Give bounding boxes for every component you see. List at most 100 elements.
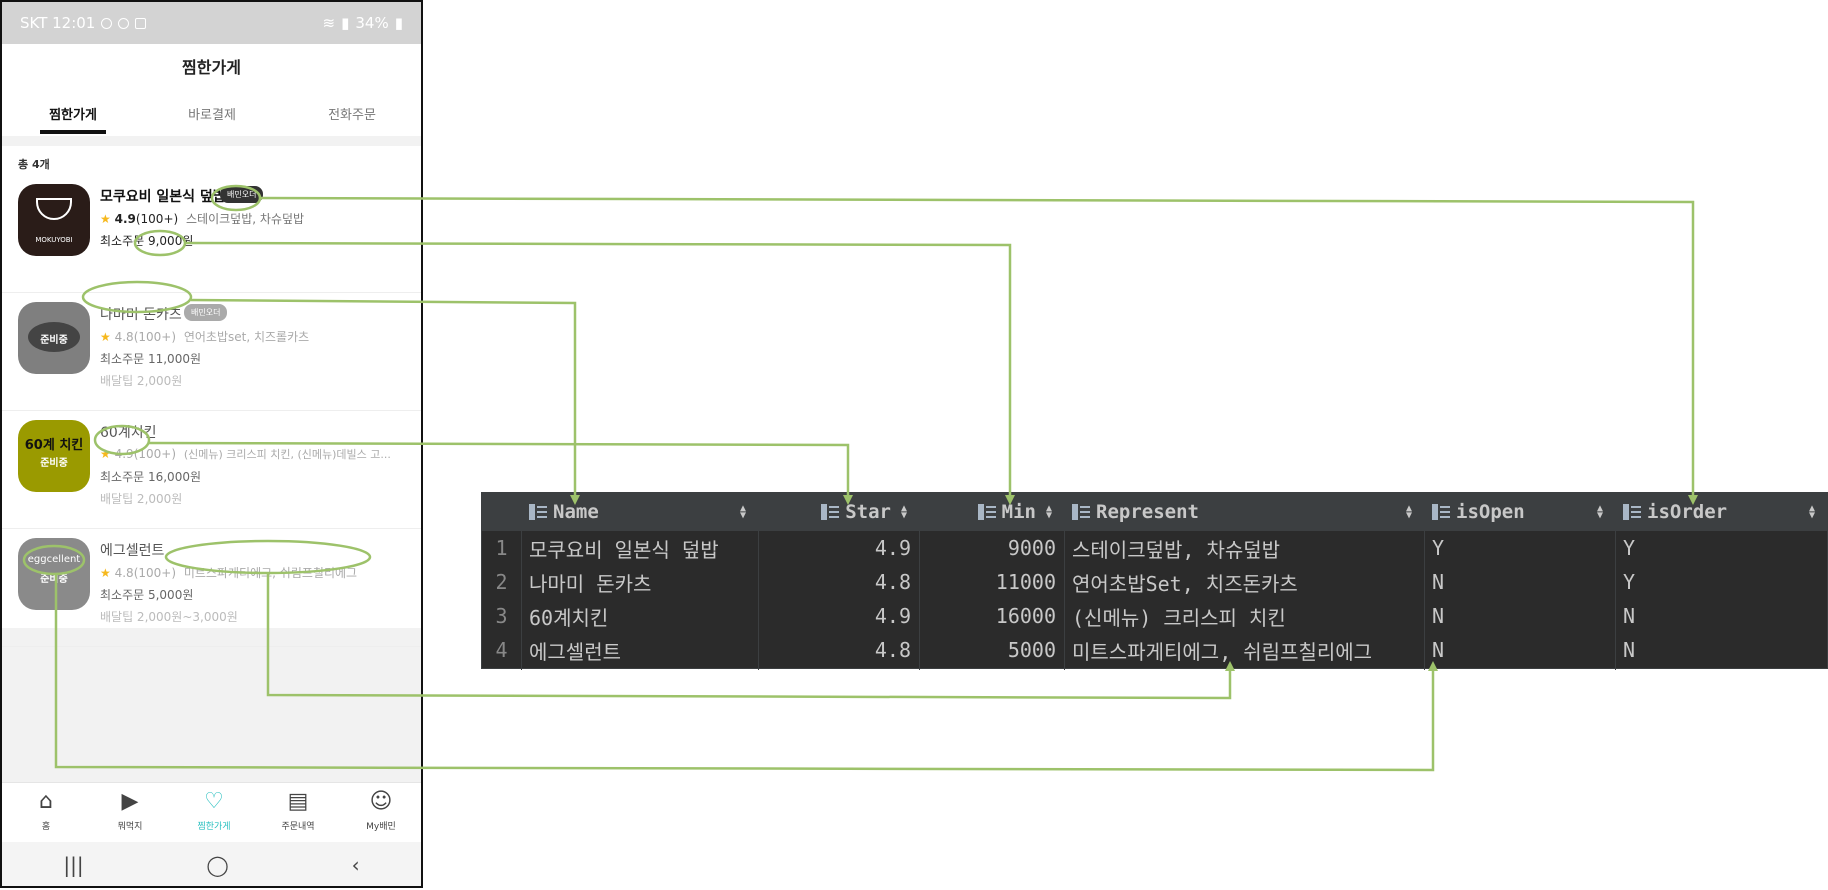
cell-name[interactable]: 에그셀런트: [521, 633, 758, 667]
store-list: 총 4개 MOKUYOBI 모쿠요비 일본식 덮밥 배민오더 ★ 4.9(100…: [2, 146, 421, 647]
cell-min[interactable]: 5000: [919, 633, 1064, 667]
cell-represent[interactable]: 스테이크덮밥, 차슈덮밥: [1064, 531, 1424, 565]
column-header-name[interactable]: Name ▲ ▼: [521, 493, 758, 531]
cell-star[interactable]: 4.9: [758, 599, 919, 633]
column-icon: [529, 503, 547, 521]
nav-label: 홈: [41, 822, 51, 832]
rating: 4.8: [114, 330, 134, 344]
store-item[interactable]: eggcellent 준비중 에그셀런트 ★ 4.8(100+) 미트스파게티에…: [2, 528, 421, 647]
bottom-nav: ⌂ 홈 ▶ 뭐먹지 ♡ 찜한가게 ▤ 주문내역 ☺ My배민: [2, 782, 421, 843]
tab-favorites[interactable]: 찜한가게: [13, 104, 133, 123]
sort-icon[interactable]: ▲ ▼: [740, 504, 746, 521]
receipt-icon: ▤: [287, 789, 309, 814]
logo-title: 60계 치킨: [24, 438, 84, 453]
column-header-isopen[interactable]: isOpen ▲ ▼: [1424, 493, 1615, 531]
store-name: 나마미 돈카츠: [100, 307, 182, 323]
sort-icon[interactable]: ▲ ▼: [901, 504, 907, 521]
column-header-isorder[interactable]: isOrder ▲ ▼: [1615, 493, 1827, 531]
cell-represent[interactable]: 미트스파게티에그, 쉬림프칠리에그: [1064, 633, 1424, 667]
column-icon: [1623, 503, 1641, 521]
cell-min[interactable]: 16000: [919, 599, 1064, 633]
delivery-tip: 배달팁 2,000원: [100, 374, 183, 388]
play-icon: ▶: [121, 789, 139, 814]
min-order: 최소주문 9,000원: [100, 234, 194, 248]
star-icon: ★: [100, 330, 111, 344]
cell-represent[interactable]: 연어초밥Set, 치즈돈카츠: [1064, 565, 1424, 599]
review-count: (100+): [135, 212, 179, 226]
page-title: 찜한가게: [182, 58, 241, 77]
table-row[interactable]: 3 60계치킨 4.9 16000 (신메뉴) 크리스피 치킨 N N: [482, 599, 1827, 633]
nav-label: My배민: [366, 822, 396, 832]
tab-phone-order[interactable]: 전화주문: [292, 104, 412, 123]
min-order: 최소주문 5,000원: [100, 588, 194, 602]
cell-isopen[interactable]: N: [1424, 633, 1615, 667]
column-header-represent[interactable]: Represent ▲ ▼: [1064, 493, 1424, 531]
star-icon: ★: [100, 447, 111, 461]
sort-icon[interactable]: ▲ ▼: [1809, 504, 1815, 521]
cell-isopen[interactable]: N: [1424, 599, 1615, 633]
chat-icon: [118, 17, 130, 29]
status-bar: SKT 12:01 ≋ ▮ 34% ▮: [2, 2, 421, 44]
nav-favorites[interactable]: ♡ 찜한가게: [172, 791, 256, 833]
cell-name[interactable]: 60계치킨: [521, 599, 758, 633]
connector-isorder: [259, 196, 1698, 505]
row-number: 3: [495, 604, 508, 628]
rating: 4.9: [114, 447, 134, 461]
logo-text: MOKUYOBI: [35, 236, 73, 244]
carrier-time: SKT 12:01: [20, 14, 96, 32]
cell-isopen[interactable]: N: [1424, 565, 1615, 599]
rating-row: ★ 4.8(100+) 미트스파게티에그, 쉬림프칠리에그: [100, 564, 357, 581]
total-count: 총 4개: [18, 158, 50, 171]
notification-icon: [101, 17, 113, 29]
store-item[interactable]: 60계 치킨 준비중 60계치킨 ★ 4.9(100+) (신메뉴) 크리스피 …: [2, 410, 421, 529]
cell-isorder[interactable]: N: [1615, 633, 1827, 667]
tab-direct-pay[interactable]: 바로결제: [152, 104, 272, 123]
cell-name[interactable]: 나마미 돈카츠: [521, 565, 758, 599]
delivery-tip: 배달팁 2,000원~3,000원: [100, 610, 238, 624]
table-row[interactable]: 1 모쿠요비 일본식 덮밥 4.9 9000 스테이크덮밥, 차슈덮밥 Y Y: [482, 531, 1827, 565]
cell-star[interactable]: 4.9: [758, 531, 919, 565]
nav-my[interactable]: ☺ My배민: [339, 789, 421, 833]
nav-what-to-eat[interactable]: ▶ 뭐먹지: [88, 789, 172, 833]
column-icon: [1072, 503, 1090, 521]
cell-isorder[interactable]: Y: [1615, 565, 1827, 599]
cell-min[interactable]: 9000: [919, 531, 1064, 565]
sort-icon[interactable]: ▲ ▼: [1046, 504, 1052, 521]
menu-summary: 연어초밥set, 치즈롤카츠: [183, 330, 310, 344]
cell-star[interactable]: 4.8: [758, 565, 919, 599]
star-icon: ★: [100, 212, 111, 226]
cell-isorder[interactable]: Y: [1615, 531, 1827, 565]
nav-label: 주문내역: [281, 822, 315, 832]
column-label: Min: [1001, 501, 1036, 523]
column-header-star[interactable]: Star ▲ ▼: [758, 493, 919, 531]
cell-represent[interactable]: (신메뉴) 크리스피 치킨: [1064, 599, 1424, 633]
cell-isorder[interactable]: N: [1615, 599, 1827, 633]
cell-name[interactable]: 모쿠요비 일본식 덮밥: [521, 531, 758, 565]
store-item[interactable]: 준비중 나마미 돈카츠 배민오더 ★ 4.8(100+) 연어초밥set, 치즈…: [2, 292, 421, 411]
store-logo: 60계 치킨 준비중: [18, 420, 90, 492]
rating-row: ★ 4.9(100+) 스테이크덮밥, 차슈덮밥: [100, 210, 304, 227]
sort-icon[interactable]: ▲ ▼: [1597, 504, 1603, 521]
nav-home[interactable]: ⌂ 홈: [4, 791, 88, 833]
cell-star[interactable]: 4.8: [758, 633, 919, 667]
rating: 4.8: [114, 566, 134, 580]
column-header-min[interactable]: Min ▲ ▼: [919, 493, 1064, 531]
min-order: 최소주문 11,000원: [100, 352, 202, 366]
home-button[interactable]: ◯: [206, 853, 228, 877]
cell-min[interactable]: 11000: [919, 565, 1064, 599]
logo-title: eggcellent: [27, 554, 81, 565]
smile-icon: ☺: [369, 789, 393, 814]
store-name: 에그셀런트: [100, 543, 165, 559]
column-label: Star: [845, 501, 891, 523]
sort-icon[interactable]: ▲ ▼: [1406, 504, 1412, 521]
battery-text: 34%: [355, 14, 389, 32]
cell-isopen[interactable]: Y: [1424, 531, 1615, 565]
menu-summary: (신메뉴) 크리스피 치킨, (신메뉴)데빌스 고...: [183, 448, 391, 461]
store-item[interactable]: MOKUYOBI 모쿠요비 일본식 덮밥 배민오더 ★ 4.9(100+) 스테…: [2, 174, 421, 293]
table-row[interactable]: 2 나마미 돈카츠 4.8 11000 연어초밥Set, 치즈돈카츠 N Y: [482, 565, 1827, 599]
back-button[interactable]: ‹: [352, 853, 360, 877]
nav-orders[interactable]: ▤ 주문내역: [256, 789, 340, 833]
table-row[interactable]: 4 에그셀런트 4.8 5000 미트스파게티에그, 쉬림프칠리에그 N N: [482, 633, 1827, 667]
recent-apps-button[interactable]: |||: [63, 853, 83, 877]
order-badge: 배민오더: [184, 304, 228, 321]
